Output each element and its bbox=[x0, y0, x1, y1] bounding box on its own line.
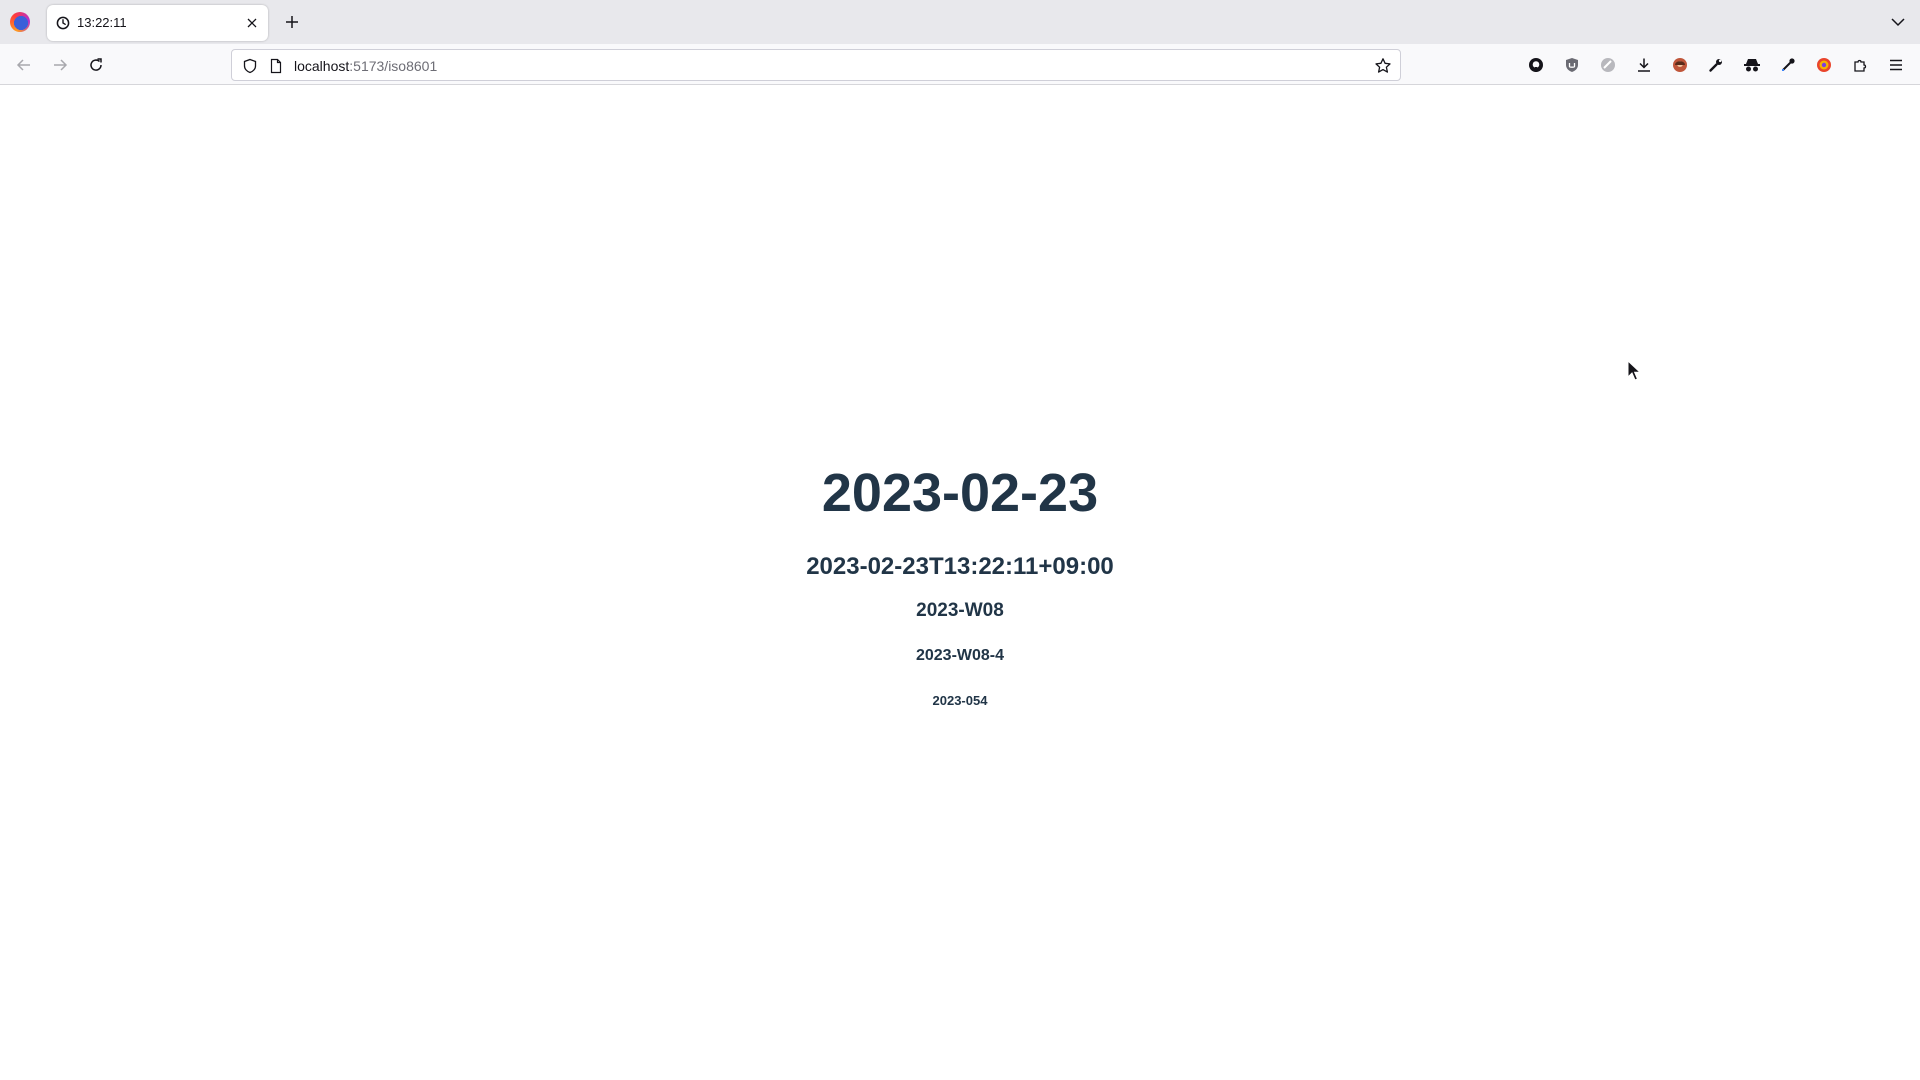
tab-active[interactable]: 13:22:11 bbox=[47, 5, 268, 41]
iso-ordinal-date: 2023-054 bbox=[932, 693, 988, 708]
page-info-icon[interactable] bbox=[268, 58, 284, 74]
iso-datetime: 2023-02-23T13:22:11+09:00 bbox=[806, 553, 1114, 580]
iso-week: 2023-W08 bbox=[916, 600, 1004, 621]
list-all-tabs-icon[interactable] bbox=[1886, 10, 1910, 34]
page-content: 2023-02-23 2023-02-23T13:22:11+09:00 202… bbox=[0, 86, 1920, 1080]
shield-extension-icon[interactable] bbox=[1560, 53, 1584, 77]
mouse-cursor-icon bbox=[1627, 360, 1641, 381]
url-path: :5173/iso8601 bbox=[349, 58, 438, 74]
new-tab-icon[interactable] bbox=[280, 10, 304, 34]
url-host: localhost bbox=[294, 58, 350, 74]
bookmark-star-icon[interactable] bbox=[1374, 57, 1392, 75]
iso-date: 2023-02-23 bbox=[821, 463, 1099, 523]
navigation-toolbar: localhost:5173/iso8601 bbox=[0, 44, 1920, 85]
circle-extension-icon[interactable] bbox=[1596, 53, 1620, 77]
avatar-extension-icon[interactable] bbox=[1668, 53, 1692, 77]
back-icon[interactable] bbox=[11, 52, 37, 78]
color-extension-icon[interactable] bbox=[1812, 53, 1836, 77]
clock-icon bbox=[56, 16, 70, 30]
incognito-icon[interactable] bbox=[1740, 53, 1764, 77]
wrench-icon[interactable] bbox=[1704, 53, 1728, 77]
iso-week-day: 2023-W08-4 bbox=[915, 647, 1005, 664]
close-tab-icon[interactable] bbox=[242, 13, 262, 33]
downloads-icon[interactable] bbox=[1632, 53, 1656, 77]
tab-title: 13:22:11 bbox=[77, 15, 127, 30]
tracking-shield-icon[interactable] bbox=[242, 58, 258, 74]
github-icon[interactable] bbox=[1524, 53, 1548, 77]
hamburger-menu-icon[interactable] bbox=[1884, 53, 1908, 77]
extensions-puzzle-icon[interactable] bbox=[1848, 53, 1872, 77]
url-text[interactable]: localhost:5173/iso8601 bbox=[294, 58, 437, 74]
firefox-logo-icon[interactable] bbox=[10, 12, 30, 32]
eyedropper-icon[interactable] bbox=[1776, 53, 1800, 77]
tab-strip: 13:22:11 bbox=[0, 0, 1920, 44]
forward-icon[interactable] bbox=[47, 52, 73, 78]
reload-icon[interactable] bbox=[83, 52, 109, 78]
url-bar[interactable]: localhost:5173/iso8601 bbox=[231, 49, 1401, 81]
